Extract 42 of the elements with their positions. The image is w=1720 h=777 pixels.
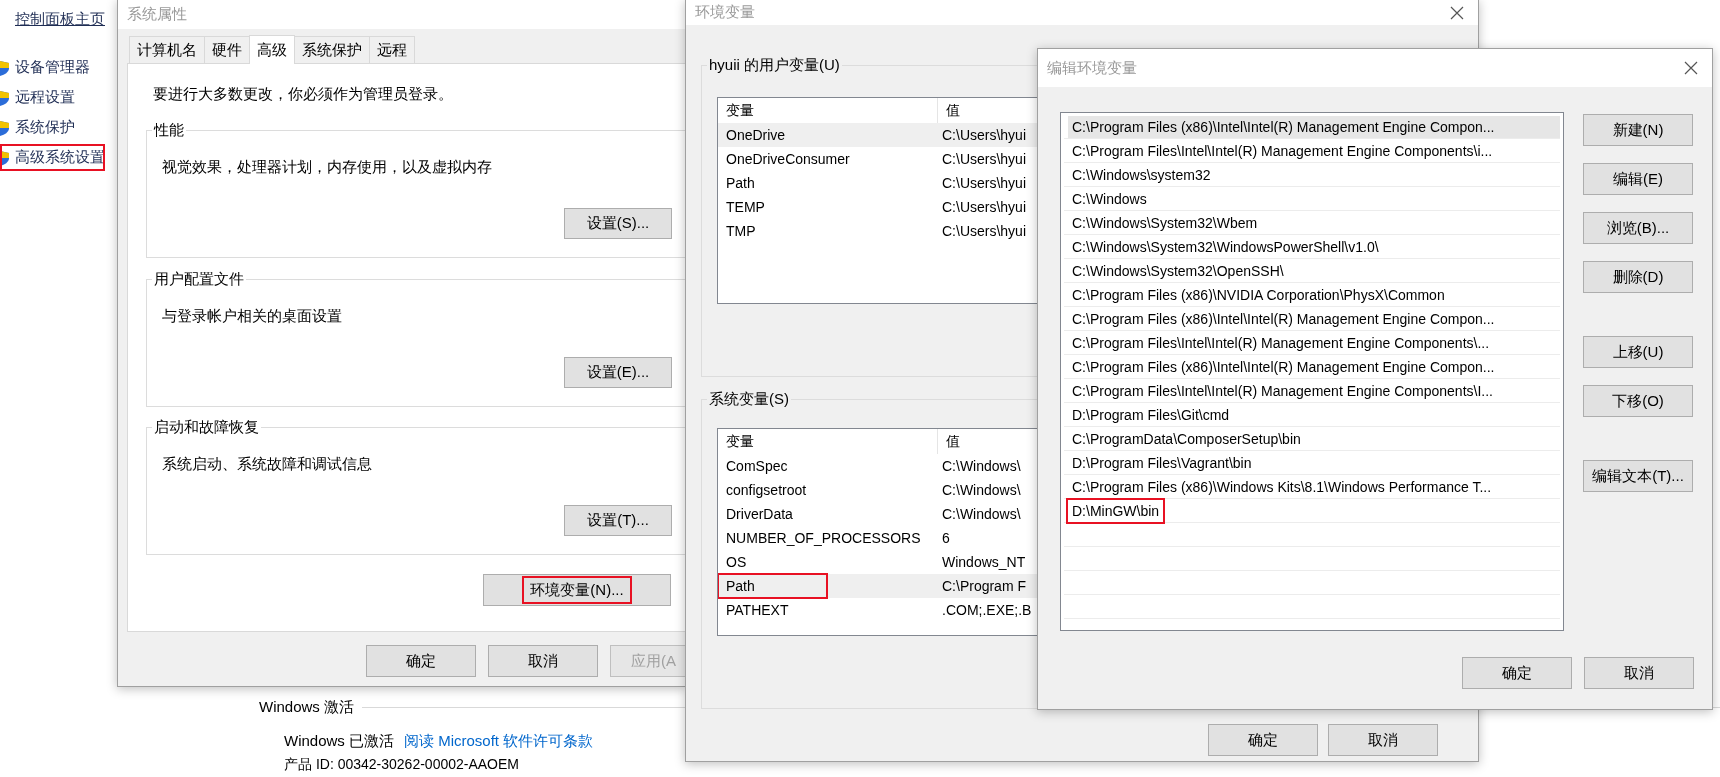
window-title: 系统属性 — [127, 4, 187, 25]
window-title: 编辑环境变量 — [1047, 57, 1137, 78]
notice-text: 要进行大多数更改，你必须作为管理员登录。 — [152, 84, 454, 104]
variable-value: .COM;.EXE;.B — [941, 600, 1032, 620]
variable-name: OneDrive — [726, 126, 786, 145]
variable-name: OneDriveConsumer — [726, 150, 850, 169]
group-title: 用户配置文件 — [153, 271, 245, 287]
group-description: 系统启动、系统故障和调试信息 — [162, 455, 373, 473]
group-description: 视觉效果，处理器计划，内存使用，以及虚拟内存 — [162, 158, 493, 176]
variable-name: configsetroot — [726, 481, 807, 500]
group-title: 系统变量(S) — [708, 391, 790, 407]
variable-value: C:\Windows\ — [941, 480, 1021, 500]
variable-value: C:\Users\hyui — [941, 221, 1027, 241]
variable-value: C:\Windows\ — [941, 456, 1021, 476]
variable-value: C:\Windows\ — [941, 504, 1021, 524]
group-title: hyuii 的用户变量(U) — [708, 57, 841, 73]
product-id: 产品 ID: 00342-30262-00002-AAOEM — [283, 755, 520, 772]
variable-value: C:\Users\hyui — [941, 197, 1027, 217]
group-title: 性能 — [152, 122, 185, 138]
variable-value: C:\Program F — [941, 576, 1026, 596]
column-header: 值 — [945, 101, 960, 120]
variable-value: Windows_NT — [941, 552, 1026, 572]
variable-name: OS — [726, 553, 747, 572]
section-heading: Windows 激活 — [259, 696, 355, 717]
variable-value: C:\Users\hyui — [941, 149, 1027, 169]
variable-name: Path — [719, 575, 826, 597]
variable-name: TEMP — [726, 198, 765, 217]
variable-value: C:\Users\hyui — [941, 173, 1027, 193]
variable-name: NUMBER_OF_PROCESSORS — [726, 529, 921, 548]
variable-name: DriverData — [726, 505, 793, 524]
variable-name: PATHEXT — [726, 601, 789, 620]
activation-status: Windows 已激活 — [284, 731, 395, 751]
group-description: 与登录帐户相关的桌面设置 — [162, 307, 343, 325]
window-title: 环境变量 — [695, 2, 755, 23]
group-title: 启动和故障恢复 — [153, 419, 260, 435]
column-header: 值 — [945, 432, 960, 451]
variable-value: C:\Users\hyui — [941, 125, 1027, 145]
variable-name: ComSpec — [726, 457, 788, 476]
column-header: 变量 — [718, 429, 938, 454]
variable-name: TMP — [726, 222, 756, 241]
variable-value: 6 — [941, 528, 950, 548]
variable-name: Path — [726, 174, 755, 193]
